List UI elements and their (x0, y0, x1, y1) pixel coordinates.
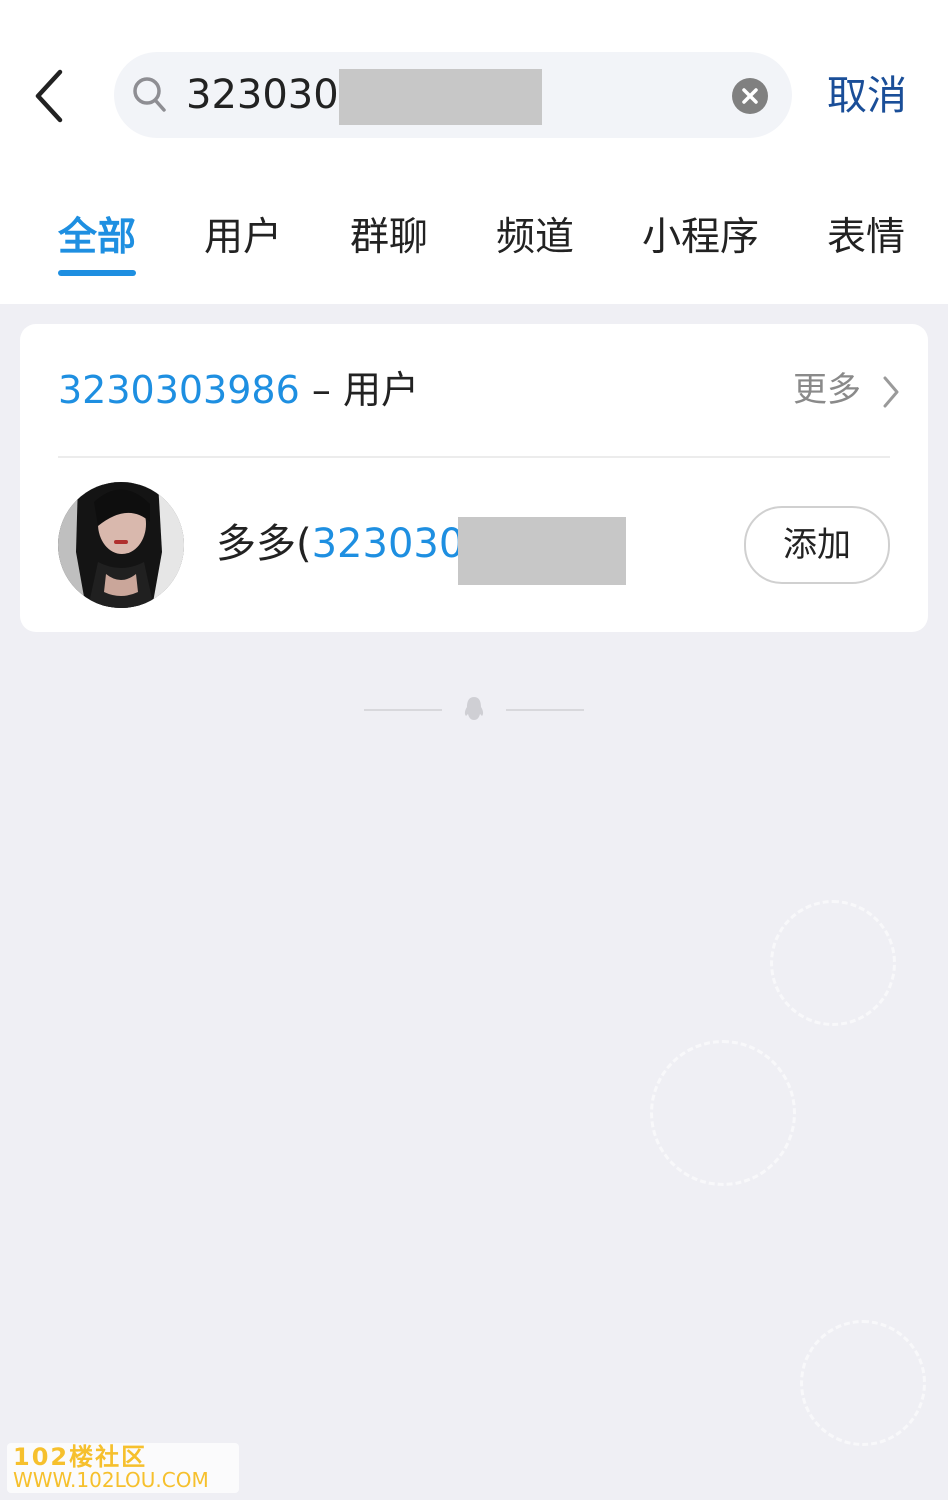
search-field[interactable]: 323030 (114, 52, 792, 138)
tab-users[interactable]: 用户 (204, 208, 282, 268)
top-bar: 323030 取消 全部 用户 群聊 频道 小程序 表情 (0, 0, 948, 304)
end-line-left (364, 709, 442, 711)
section-separator: – (299, 368, 343, 412)
clear-icon[interactable] (732, 78, 768, 114)
penguin-icon (463, 696, 485, 722)
avatar[interactable] (58, 482, 184, 608)
chevron-right-icon (882, 376, 900, 408)
more-label: 更多 (793, 370, 861, 410)
user-id: 323030 (311, 521, 465, 567)
faint-watermark-stamp (650, 1040, 796, 1186)
back-arrow-icon[interactable] (30, 66, 70, 126)
faint-watermark-stamp (800, 1320, 926, 1446)
user-result-row[interactable]: 多多(323030 添加 (20, 474, 928, 624)
redaction-block (458, 517, 626, 585)
end-line-right (506, 709, 584, 711)
more-link[interactable]: 更多 (790, 364, 910, 416)
end-of-results-marker (364, 694, 584, 724)
faint-watermark-stamp (770, 900, 896, 1026)
user-nickname: 多多( (216, 521, 312, 567)
watermark-url: WWW.102LOU.COM (13, 1468, 209, 1492)
site-watermark: 102楼社区 WWW.102LOU.COM (7, 1443, 239, 1493)
tab-mini-programs[interactable]: 小程序 (642, 208, 759, 268)
tab-bar: 全部 用户 群聊 频道 小程序 表情 (0, 198, 948, 288)
tab-groups[interactable]: 群聊 (350, 208, 428, 268)
add-friend-button[interactable]: 添加 (744, 506, 890, 584)
search-input[interactable]: 323030 (186, 68, 339, 122)
redaction-block (339, 69, 542, 125)
cancel-button[interactable]: 取消 (812, 66, 922, 126)
user-name: 多多(323030 (216, 516, 464, 572)
tab-stickers[interactable]: 表情 (827, 208, 905, 268)
section-title: 3230303986 – 用户 (58, 364, 419, 416)
section-query: 3230303986 (58, 368, 300, 412)
divider (58, 456, 890, 458)
user-results-card: 3230303986 – 用户 更多 多多(323030 添加 (20, 324, 928, 632)
search-icon (132, 76, 168, 114)
tab-all[interactable]: 全部 (58, 208, 136, 268)
section-kind: 用户 (342, 368, 419, 412)
active-tab-indicator (58, 270, 136, 276)
tab-channels[interactable]: 频道 (496, 208, 574, 268)
